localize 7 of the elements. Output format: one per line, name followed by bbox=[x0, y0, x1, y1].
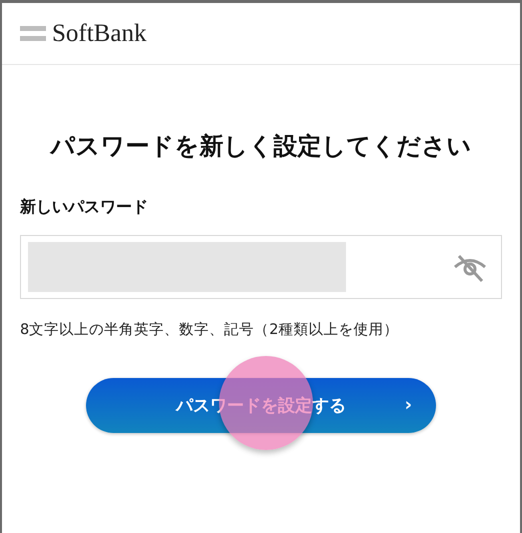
logo-icon bbox=[20, 24, 46, 44]
password-field[interactable] bbox=[20, 235, 502, 299]
logo-text: SoftBank bbox=[52, 20, 146, 48]
chevron-icon: › bbox=[404, 394, 412, 415]
hint-text: 8文字以上の半角英字、数字、記号（2種類以上を使用） bbox=[20, 320, 400, 339]
field-label: 新しいパスワード bbox=[20, 197, 149, 218]
page-title: パスワードを新しく設定してください bbox=[48, 131, 472, 162]
